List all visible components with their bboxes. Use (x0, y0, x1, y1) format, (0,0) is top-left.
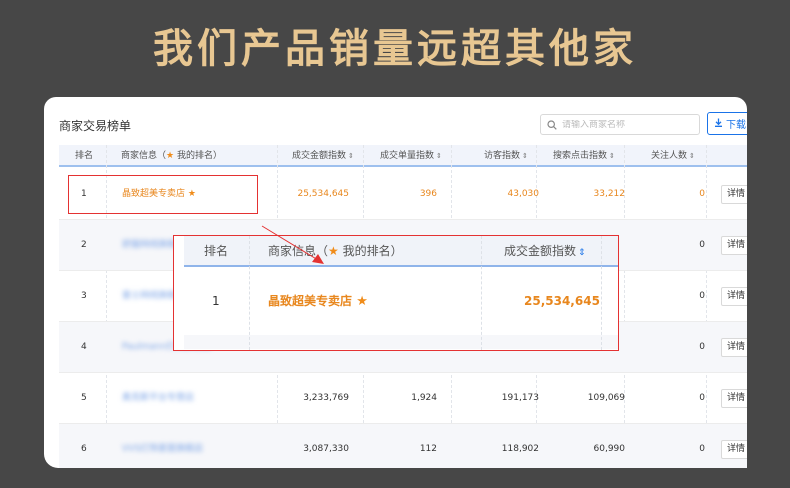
arrow-icon (261, 225, 324, 264)
